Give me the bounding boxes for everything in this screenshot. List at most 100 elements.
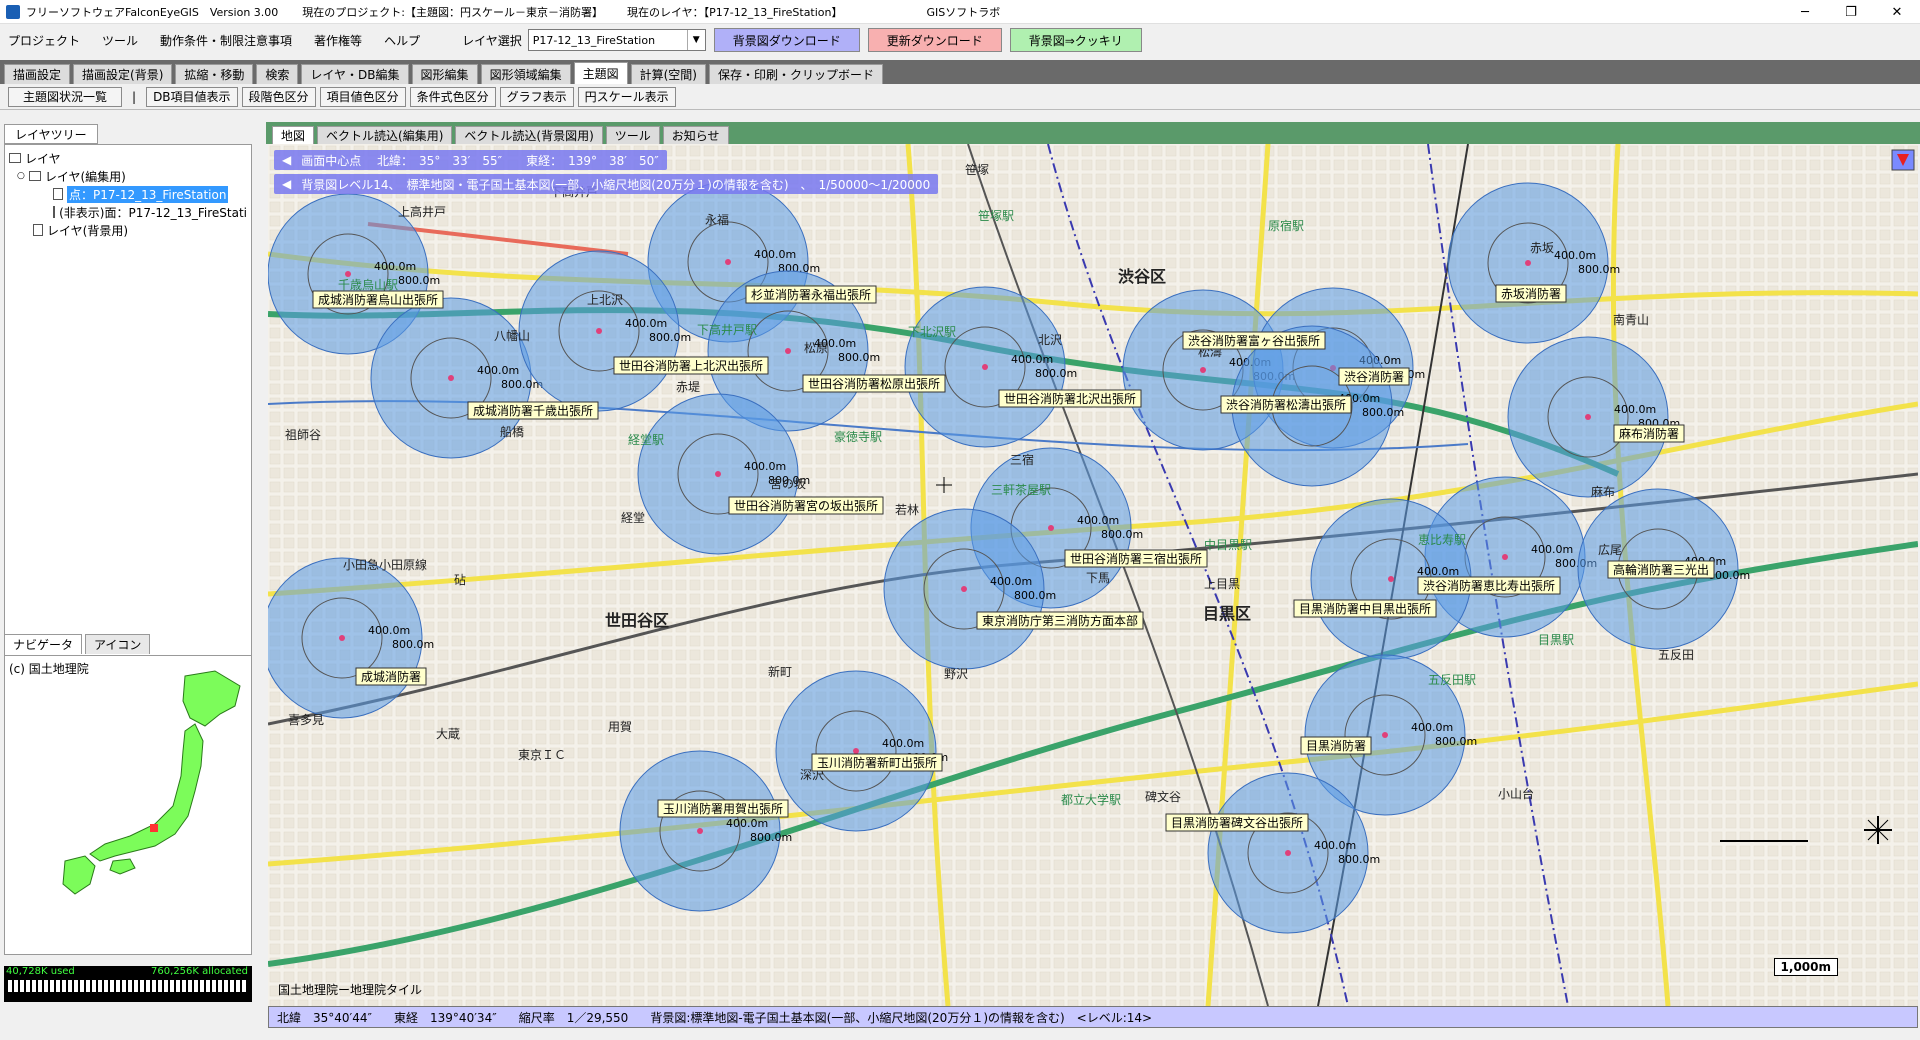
bg-sharp-button[interactable]: 背景図⇒クッキリ <box>1009 28 1142 52</box>
menu-project[interactable]: プロジェクト <box>8 32 80 49</box>
thematic-status-button[interactable]: 主題図状況一覧 <box>8 86 123 107</box>
db-value-button[interactable]: DB項目値表示 <box>146 86 238 107</box>
chevron-down-icon[interactable]: ▼ <box>686 30 705 50</box>
menu-help[interactable]: ヘルプ <box>384 32 420 49</box>
station-label[interactable]: 成城消防署 <box>355 667 427 686</box>
north-arrow-icon[interactable] <box>1891 149 1915 171</box>
tree-root[interactable]: レイヤ <box>9 149 247 167</box>
station-label[interactable]: 世田谷消防署北沢出張所 <box>998 389 1142 408</box>
station-point[interactable] <box>345 271 351 277</box>
tab-shape-area-edit[interactable]: 図形領域編集 <box>480 64 571 84</box>
place-label: 宮の坂 <box>770 476 806 491</box>
menu-conditions[interactable]: 動作条件・制限注意事項 <box>160 32 292 49</box>
station-point[interactable] <box>596 328 602 334</box>
station-label[interactable]: 渋谷消防署松濤出張所 <box>1220 395 1352 414</box>
graded-color-button[interactable]: 段階色区分 <box>241 86 316 107</box>
station-point[interactable] <box>1200 367 1206 373</box>
station-point[interactable] <box>448 375 454 381</box>
bg-download-button[interactable]: 背景図ダウンロード <box>713 28 860 52</box>
station-point[interactable] <box>1585 414 1591 420</box>
tab-draw-settings[interactable]: 描画設定 <box>4 64 71 84</box>
tab-navigator[interactable]: ナビゲータ <box>4 634 83 654</box>
tab-layer-tree[interactable]: レイヤツリー <box>4 124 98 144</box>
station-point[interactable] <box>1502 554 1508 560</box>
map-svg[interactable]: 400.0m800.0m400.0m800.0m400.0m800.0m400.… <box>268 144 1918 1006</box>
project-title: 現在のプロジェクト:【主題図：円スケール－東京－消防署】 <box>302 5 603 19</box>
layer-select[interactable]: P17-12_13_FireStation ▼ <box>527 29 706 51</box>
collapse-left-icon[interactable]: ◀ <box>282 153 291 167</box>
menu-copyright[interactable]: 著作権等 <box>314 32 362 49</box>
tab-zoom-move[interactable]: 拡縮・移動 <box>175 64 254 84</box>
station-label[interactable]: 目黒消防署中目黒出張所 <box>1293 599 1437 618</box>
tree-edit-layer[interactable]: ○ レイヤ(編集用) <box>9 167 247 185</box>
tab-draw-settings-bg[interactable]: 描画設定(背景) <box>73 64 173 84</box>
tab-icon[interactable]: アイコン <box>85 634 151 654</box>
tab-vector-load-bg[interactable]: ベクトル読込(背景図用) <box>455 126 603 144</box>
tab-save-print[interactable]: 保存・印刷・クリップボード <box>708 64 883 84</box>
station-label[interactable]: 渋谷消防署恵比寿出張所 <box>1417 576 1561 595</box>
station-label[interactable]: 玉川消防署新町出張所 <box>811 753 943 772</box>
station-label[interactable]: 成城消防署烏山出張所 <box>312 290 444 309</box>
station-label[interactable]: 赤坂消防署 <box>1495 284 1567 303</box>
tile-credit: 国土地理院ー地理院タイル <box>278 983 423 997</box>
station-point[interactable] <box>697 828 703 834</box>
station-point[interactable] <box>1525 260 1531 266</box>
station-label[interactable]: 杉並消防署永福出張所 <box>745 285 877 304</box>
station-point[interactable] <box>1285 850 1291 856</box>
station-label[interactable]: 渋谷消防署 <box>1338 367 1410 386</box>
memory-allocated: 760,256K allocated <box>151 966 248 977</box>
tab-spatial-calc[interactable]: 計算(空間) <box>630 64 706 84</box>
station-point[interactable] <box>725 259 731 265</box>
station-point[interactable] <box>339 635 345 641</box>
station-label[interactable]: 東京消防庁第三消防方面本部 <box>976 611 1144 630</box>
station-label[interactable]: 渋谷消防署富ヶ谷出張所 <box>1182 331 1326 350</box>
graph-button[interactable]: グラフ表示 <box>499 86 574 107</box>
station-label[interactable]: 世田谷消防署三宿出張所 <box>1064 549 1208 568</box>
station-label[interactable]: 目黒消防署碑文谷出張所 <box>1165 813 1309 832</box>
station-label[interactable]: 高輪消防署三光出 <box>1607 560 1715 579</box>
minimize-icon[interactable]: ─ <box>1782 0 1828 24</box>
station-point[interactable] <box>961 586 967 592</box>
condition-color-button[interactable]: 条件式色区分 <box>409 86 496 107</box>
tree-bg-layer[interactable]: レイヤ(背景用) <box>9 221 247 239</box>
station-label[interactable]: 世田谷消防署宮の坂出張所 <box>728 496 884 515</box>
station-point[interactable] <box>1382 732 1388 738</box>
tab-search[interactable]: 検索 <box>256 64 299 84</box>
map-canvas[interactable]: 400.0m 800.0m 400.0m 800.0m 400.0m 800.0m 400.… <box>268 144 1918 1006</box>
collapse-left-icon[interactable]: ◀ <box>282 177 291 191</box>
navigator-pane[interactable]: (c) 国土地理院 <box>4 655 252 955</box>
station-label[interactable]: 成城消防署千歳出張所 <box>467 401 599 420</box>
tab-layer-db-edit[interactable]: レイヤ・DB編集 <box>301 64 409 84</box>
bg-level-info[interactable]: ◀ 背景図レベル14、 標準地図・電子国土基本図(一部、小縮尺地図(20万分１)… <box>274 174 939 194</box>
station-point[interactable] <box>1388 576 1394 582</box>
close-icon[interactable]: ✕ <box>1874 0 1920 24</box>
expand-icon[interactable]: ○ <box>17 171 25 181</box>
station-point[interactable] <box>785 348 791 354</box>
station-point[interactable] <box>982 364 988 370</box>
tab-map[interactable]: 地図 <box>272 126 315 144</box>
value-color-button[interactable]: 項目値色区分 <box>319 86 406 107</box>
tab-vector-load-edit[interactable]: ベクトル読込(編集用) <box>317 126 453 144</box>
station-label[interactable]: 麻布消防署 <box>1613 424 1685 443</box>
station-point[interactable] <box>715 471 721 477</box>
station-point[interactable] <box>853 748 859 754</box>
station-label[interactable]: 世田谷消防署松原出張所 <box>802 374 946 393</box>
tab-tools[interactable]: ツール <box>605 126 660 144</box>
station-point[interactable] <box>1048 525 1054 531</box>
tab-notices[interactable]: お知らせ <box>662 126 729 144</box>
circle-scale-button[interactable]: 円スケール表示 <box>577 86 676 107</box>
station-label[interactable]: 世田谷消防署上北沢出張所 <box>613 356 769 375</box>
japan-map-icon[interactable] <box>5 656 251 952</box>
station-label[interactable]: 目黒消防署 <box>1300 736 1372 755</box>
place-label: 目黒区 <box>1203 604 1251 623</box>
tab-thematic-map[interactable]: 主題図 <box>573 62 628 84</box>
station-label[interactable]: 玉川消防署用賀出張所 <box>657 799 789 818</box>
menu-tools[interactable]: ツール <box>102 32 138 49</box>
current-view-marker <box>150 824 158 832</box>
map-center-info[interactable]: ◀ 画面中心点 北緯： 35° 33′ 55″ 東経： 139° 38′ 50″ <box>274 150 667 170</box>
maximize-icon[interactable]: ❐ <box>1828 0 1874 24</box>
tree-polygon-layer[interactable]: (非表示)面：P17-12_13_FireStati <box>9 203 247 221</box>
update-download-button[interactable]: 更新ダウンロード <box>867 28 1002 52</box>
tree-point-layer[interactable]: 点：P17-12_13_FireStation <box>9 185 247 203</box>
tab-shape-edit[interactable]: 図形編集 <box>411 64 478 84</box>
